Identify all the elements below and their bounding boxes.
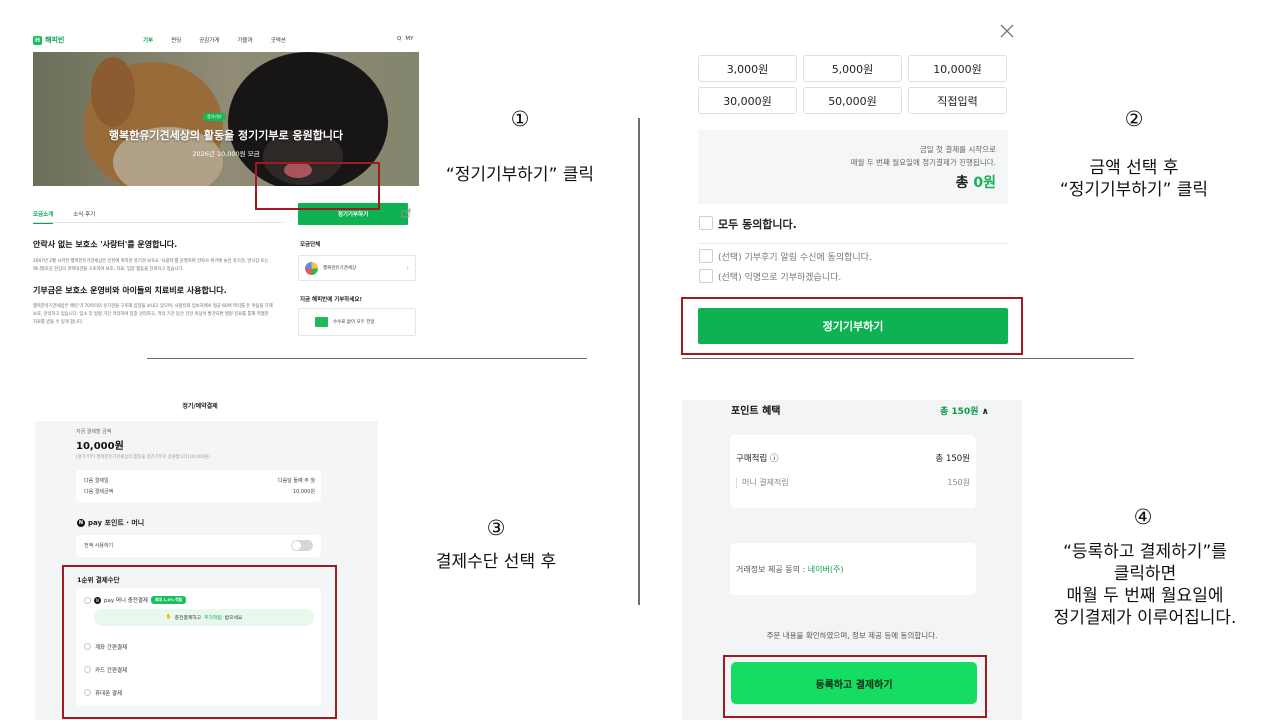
highlight-box-step3 xyxy=(62,565,337,719)
happybean-logo[interactable]: H 해피빈 xyxy=(33,35,64,45)
chevron-right-icon: › xyxy=(406,264,409,272)
payment-amount: 10,000원 xyxy=(76,441,124,452)
amount-option-3000[interactable]: 3,000원 xyxy=(698,55,797,82)
chevron-up-icon: ∧ xyxy=(981,407,989,417)
anonymous-label: (선택) 익명으로 기부하겠습니다. xyxy=(718,273,842,283)
caption-3-number: ③ xyxy=(486,516,506,540)
caption-2-line1: 금액 선택 후 xyxy=(1089,158,1179,178)
amount-option-10000[interactable]: 10,000원 xyxy=(908,55,1007,82)
next-payment-card xyxy=(76,470,321,502)
banner-icon xyxy=(315,317,328,327)
amount-option-5000[interactable]: 5,000원 xyxy=(803,55,902,82)
review-alarm-label: (선택) 기부후기 알림 수신에 동의합니다. xyxy=(718,253,872,263)
nav-item-funding[interactable]: 펀딩 xyxy=(171,36,181,44)
org-name: 행복한유기견세상 xyxy=(323,266,357,271)
amount-option-30000[interactable]: 30,000원 xyxy=(698,87,797,114)
next-amount-label: 다음 결제금액 xyxy=(84,489,114,495)
caption-4-line1: “등록하고 결제하기”를 xyxy=(1063,542,1227,562)
nav-item-good-action[interactable]: 굿액션 xyxy=(271,36,286,44)
money-points-value: 150원 xyxy=(947,478,970,487)
highlight-box-step4 xyxy=(723,655,987,718)
top-nav: H 해피빈 기부 펀딩 공감가게 가볼까 굿액션 Q MY xyxy=(30,30,422,52)
info-line-2: 매월 두 번째 월요일에 정기결제가 진행됩니다. xyxy=(850,158,996,167)
caption-1-number: ① xyxy=(510,107,530,131)
nav-menu: 기부 펀딩 공감가게 가볼까 굿액션 xyxy=(143,36,286,44)
nav-item-store[interactable]: 공감가게 xyxy=(199,36,219,44)
divider-right xyxy=(682,358,1134,359)
caption-4-line3: 매월 두 번째 월요일에 xyxy=(1066,586,1224,606)
total-value: 0원 xyxy=(973,175,996,191)
org-label: 모금단체 xyxy=(300,242,321,248)
donate-now-text: 수수료 없이 모두 전달 xyxy=(333,320,375,325)
confirm-text: 주문 내용을 확인하였으며, 정보 제공 등에 동의합니다. xyxy=(766,631,938,640)
amount-custom-input[interactable]: 직접입력 xyxy=(908,87,1007,114)
amount-option-50000[interactable]: 50,000원 xyxy=(803,87,902,114)
caption-2-line2: “정기기부하기” 클릭 xyxy=(1059,180,1209,200)
hero-subtitle: 2026년 10,000원 모금 xyxy=(192,150,260,158)
section-heading-1: 안락사 없는 보호소 '사랑터'를 운영합니다. xyxy=(33,240,178,249)
section-text-1: 2007년 2월 시작한 행복한유기견세상은 인천에 위치한 유기견 보호소 '… xyxy=(33,259,269,272)
info-line-1: 금일 첫 결제를 시작으로 xyxy=(919,145,996,154)
anonymous-checkbox[interactable] xyxy=(699,269,713,283)
nav-item-visit[interactable]: 가볼까 xyxy=(238,36,253,44)
money-points-label: 머니 결제적립 xyxy=(736,477,789,488)
points-detail-card xyxy=(730,435,976,508)
npay-section-title: N pay 포인트 · 머니 xyxy=(77,518,144,528)
next-date-value: 다음달 둘째 주 월 xyxy=(278,478,315,484)
toggle-knob xyxy=(292,541,301,550)
org-card[interactable]: 행복한유기견세상 › xyxy=(298,255,416,281)
agree-all-checkbox[interactable] xyxy=(699,216,713,230)
close-icon[interactable] xyxy=(997,21,1017,41)
section-heading-2: 기부금은 보호소 운영비와 아이들의 치료비로 사용합니다. xyxy=(33,286,227,295)
share-icon[interactable] xyxy=(401,208,411,218)
consent-text: 거래정보 제공 동의 : 네이버(주) xyxy=(736,564,843,575)
logo-mark-icon: H xyxy=(33,35,42,45)
consent-link[interactable]: 네이버(주) xyxy=(808,565,844,574)
payment-description: [정기기부] 행복한유기견세상의 활동을 정기기부로 응원합니다(10,000원… xyxy=(76,455,210,460)
agree-divider xyxy=(698,243,1008,244)
consent-pre: 거래정보 제공 동의 : xyxy=(736,565,806,574)
amount-label: 지금 결제할 금액 xyxy=(76,429,112,435)
caption-3-text: 결제수단 선택 후 xyxy=(435,552,557,572)
caption-2-number: ② xyxy=(1124,107,1144,131)
next-date-label: 다음 결제일 xyxy=(84,478,109,484)
tab-divider xyxy=(33,222,283,223)
caption-4-line4: 정기결제가 이루어집니다. xyxy=(1053,608,1237,628)
caption-4-line2: 클릭하면 xyxy=(1113,564,1177,584)
highlight-box-step2 xyxy=(681,297,1023,355)
hero-badge: 정기기부 xyxy=(203,113,226,121)
purchase-points-value: 총 150원 xyxy=(935,454,970,464)
logo-text: 해피빈 xyxy=(45,36,65,44)
use-all-label: 전액 사용하기 xyxy=(84,543,114,549)
payment-page-title: 정기/예약결제 xyxy=(182,403,218,410)
highlight-box-step1 xyxy=(255,162,380,210)
total-label: 총 xyxy=(955,175,969,191)
total-amount: 총 0원 xyxy=(698,172,996,192)
divider-vertical xyxy=(638,118,640,605)
points-total[interactable]: 총 150원 ∧ xyxy=(940,404,989,417)
points-title: 포인트 혜택 xyxy=(731,406,781,417)
section-text-2: 행복한유기견세상은 매년 약 70마리의 유기견을 구조해 입양을 보내고 있으… xyxy=(33,304,273,325)
donate-now-card[interactable]: 수수료 없이 모두 전달 xyxy=(298,308,416,336)
purchase-points-label: 구매적립 ⓘ xyxy=(736,454,779,464)
search-icon[interactable]: Q xyxy=(397,36,401,42)
use-all-toggle[interactable] xyxy=(291,540,313,551)
divider-left xyxy=(147,358,587,359)
nav-right: Q MY xyxy=(397,36,413,42)
caption-4-number: ④ xyxy=(1133,505,1153,529)
agree-all-label: 모두 동의합니다. xyxy=(718,218,797,231)
donate-now-label: 지금 해피빈에 기부하세요! xyxy=(300,297,362,303)
npay-logo-icon: N xyxy=(77,519,85,527)
npay-title-text: pay 포인트 · 머니 xyxy=(88,519,145,527)
next-amount-value: 10,000원 xyxy=(292,489,315,495)
nav-item-donate[interactable]: 기부 xyxy=(143,36,153,44)
my-link[interactable]: MY xyxy=(405,36,413,42)
points-total-value: 총 150원 xyxy=(940,407,979,417)
hero-title: 행복한유기견세상의 활동을 정기기부로 응원합니다 xyxy=(108,129,344,142)
caption-1-text: “정기기부하기” 클릭 xyxy=(445,165,595,185)
org-logo-icon xyxy=(305,261,318,275)
review-alarm-checkbox[interactable] xyxy=(699,249,713,263)
